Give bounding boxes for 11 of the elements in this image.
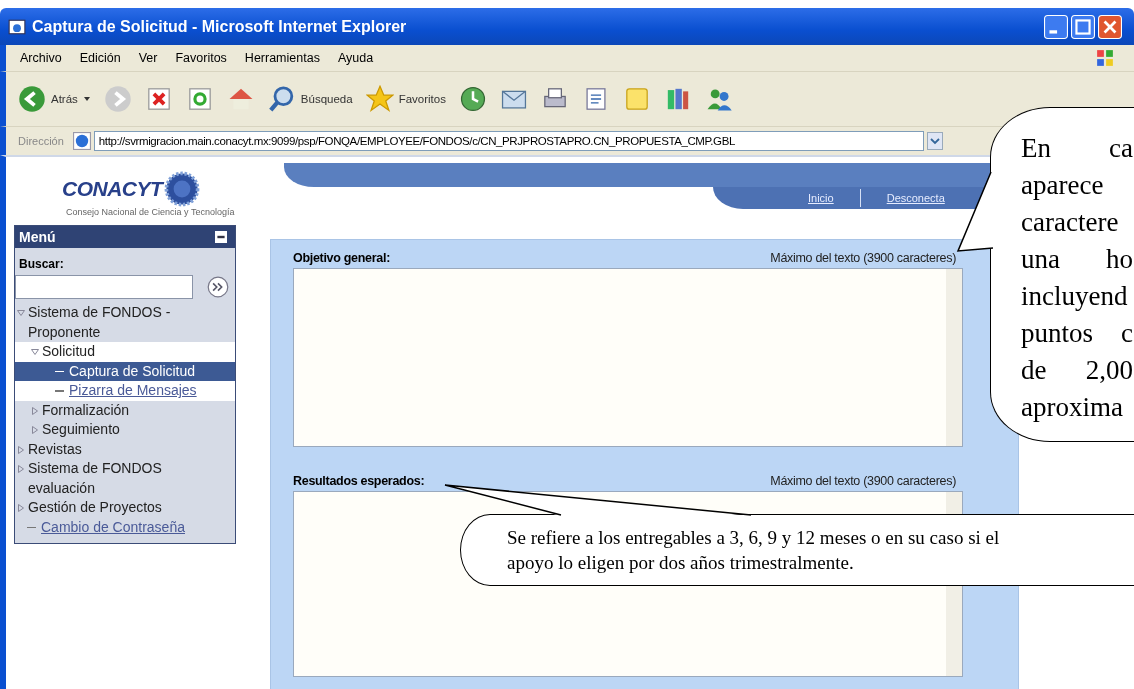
search-label: Buscar: [19,257,65,271]
field-label: Objetivo general: [293,251,390,265]
character-limit-note: Máximo del texto (3900 caracteres) [770,251,956,265]
callout-text: Se refiere a los entregables a 3, 6, 9 y 12 meses o en su caso si el apoyo lo eligen por dos años trimestralmente. [507,526,1000,575]
window-title: Captura de Solicitud - Microsoft Internet Explorer [32,17,408,36]
address-label: Dirección [18,135,64,147]
conacyt-logo: CONACYT Consejo Nacional de Ciencia y Tecnología [62,171,252,217]
character-limit-note: Máximo del texto (3900 caracteres) [770,474,956,488]
field-label: Resultados esperados: [293,474,425,488]
callout-text: En ca aparece caractere una ho incluyend puntos c de 2,00 aproxima [1021,132,1133,424]
menu-title: Menú [19,229,56,245]
